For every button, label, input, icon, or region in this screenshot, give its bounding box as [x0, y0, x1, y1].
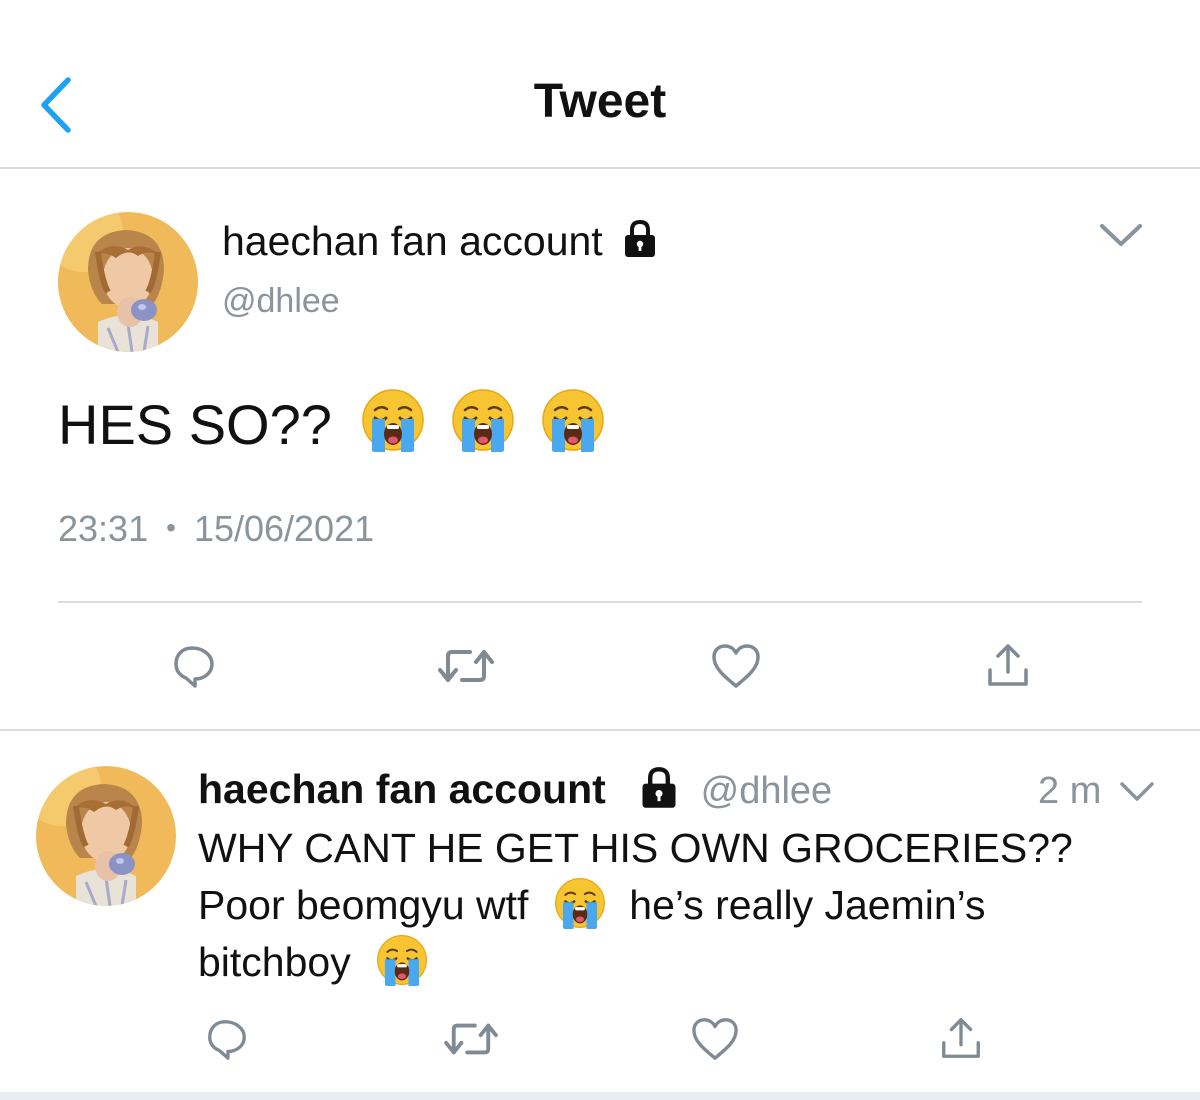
lock-icon [622, 219, 658, 259]
bottom-separator [0, 1092, 1200, 1100]
chevron-down-icon[interactable] [1098, 220, 1144, 250]
tweet-divider [0, 729, 1200, 731]
display-name[interactable]: haechan fan account [222, 218, 658, 265]
loudly-crying-face-icon [541, 388, 605, 452]
display-name[interactable]: haechan fan account @dhlee [198, 766, 832, 813]
retweet-icon[interactable] [438, 642, 494, 690]
loudly-crying-face-icon [554, 877, 606, 929]
lock-icon [639, 766, 679, 810]
user-handle[interactable]: @dhlee [222, 282, 340, 321]
tweet-text-fragment: bitchboy [198, 939, 351, 985]
tweet-text-line: WHY CANT HE GET HIS OWN GROCERIES?? [198, 825, 1073, 871]
actions-divider [58, 601, 1142, 603]
reply-icon[interactable] [170, 642, 218, 690]
time-ago: 2 m [1038, 770, 1102, 812]
tweet-text: WHY CANT HE GET HIS OWN GROCERIES?? Poor… [198, 820, 1158, 991]
tweet-timestamp: 23:31 • 15/06/2021 [58, 508, 374, 550]
display-name-text: haechan fan account [198, 766, 606, 812]
avatar[interactable] [36, 766, 176, 906]
like-icon[interactable] [710, 642, 762, 690]
reply-icon[interactable] [204, 1016, 250, 1062]
tweet-text-line: bitchboy [198, 934, 1158, 991]
tweet-text-fragment: he’s really Jaemin’s [629, 882, 986, 928]
tweet-date: 15/06/2021 [193, 508, 375, 549]
page-title: Tweet [533, 75, 667, 128]
like-icon[interactable] [690, 1016, 740, 1062]
loudly-crying-face-icon [451, 388, 515, 452]
avatar[interactable] [58, 212, 198, 352]
user-handle: @dhlee [700, 770, 833, 812]
loudly-crying-face-icon [376, 934, 428, 986]
separator-dot: • [166, 512, 176, 543]
retweet-icon[interactable] [444, 1016, 498, 1062]
share-icon[interactable] [984, 642, 1032, 690]
tweet-text-fragment: Poor beomgyu wtf [198, 882, 529, 928]
nav-bar: Tweet [0, 0, 1200, 168]
nav-divider [0, 167, 1200, 169]
tweet-text-line: Poor beomgyu wtf he’s really Jaemin’s [198, 877, 1158, 934]
share-icon[interactable] [938, 1016, 984, 1062]
tweet-time: 23:31 [58, 508, 149, 549]
tweet-text: HES SO?? [58, 388, 605, 457]
tweet-text-body: HES SO?? [58, 393, 332, 456]
loudly-crying-face-icon [361, 388, 425, 452]
chevron-down-icon[interactable] [1118, 780, 1156, 804]
display-name-text: haechan fan account [222, 218, 603, 264]
